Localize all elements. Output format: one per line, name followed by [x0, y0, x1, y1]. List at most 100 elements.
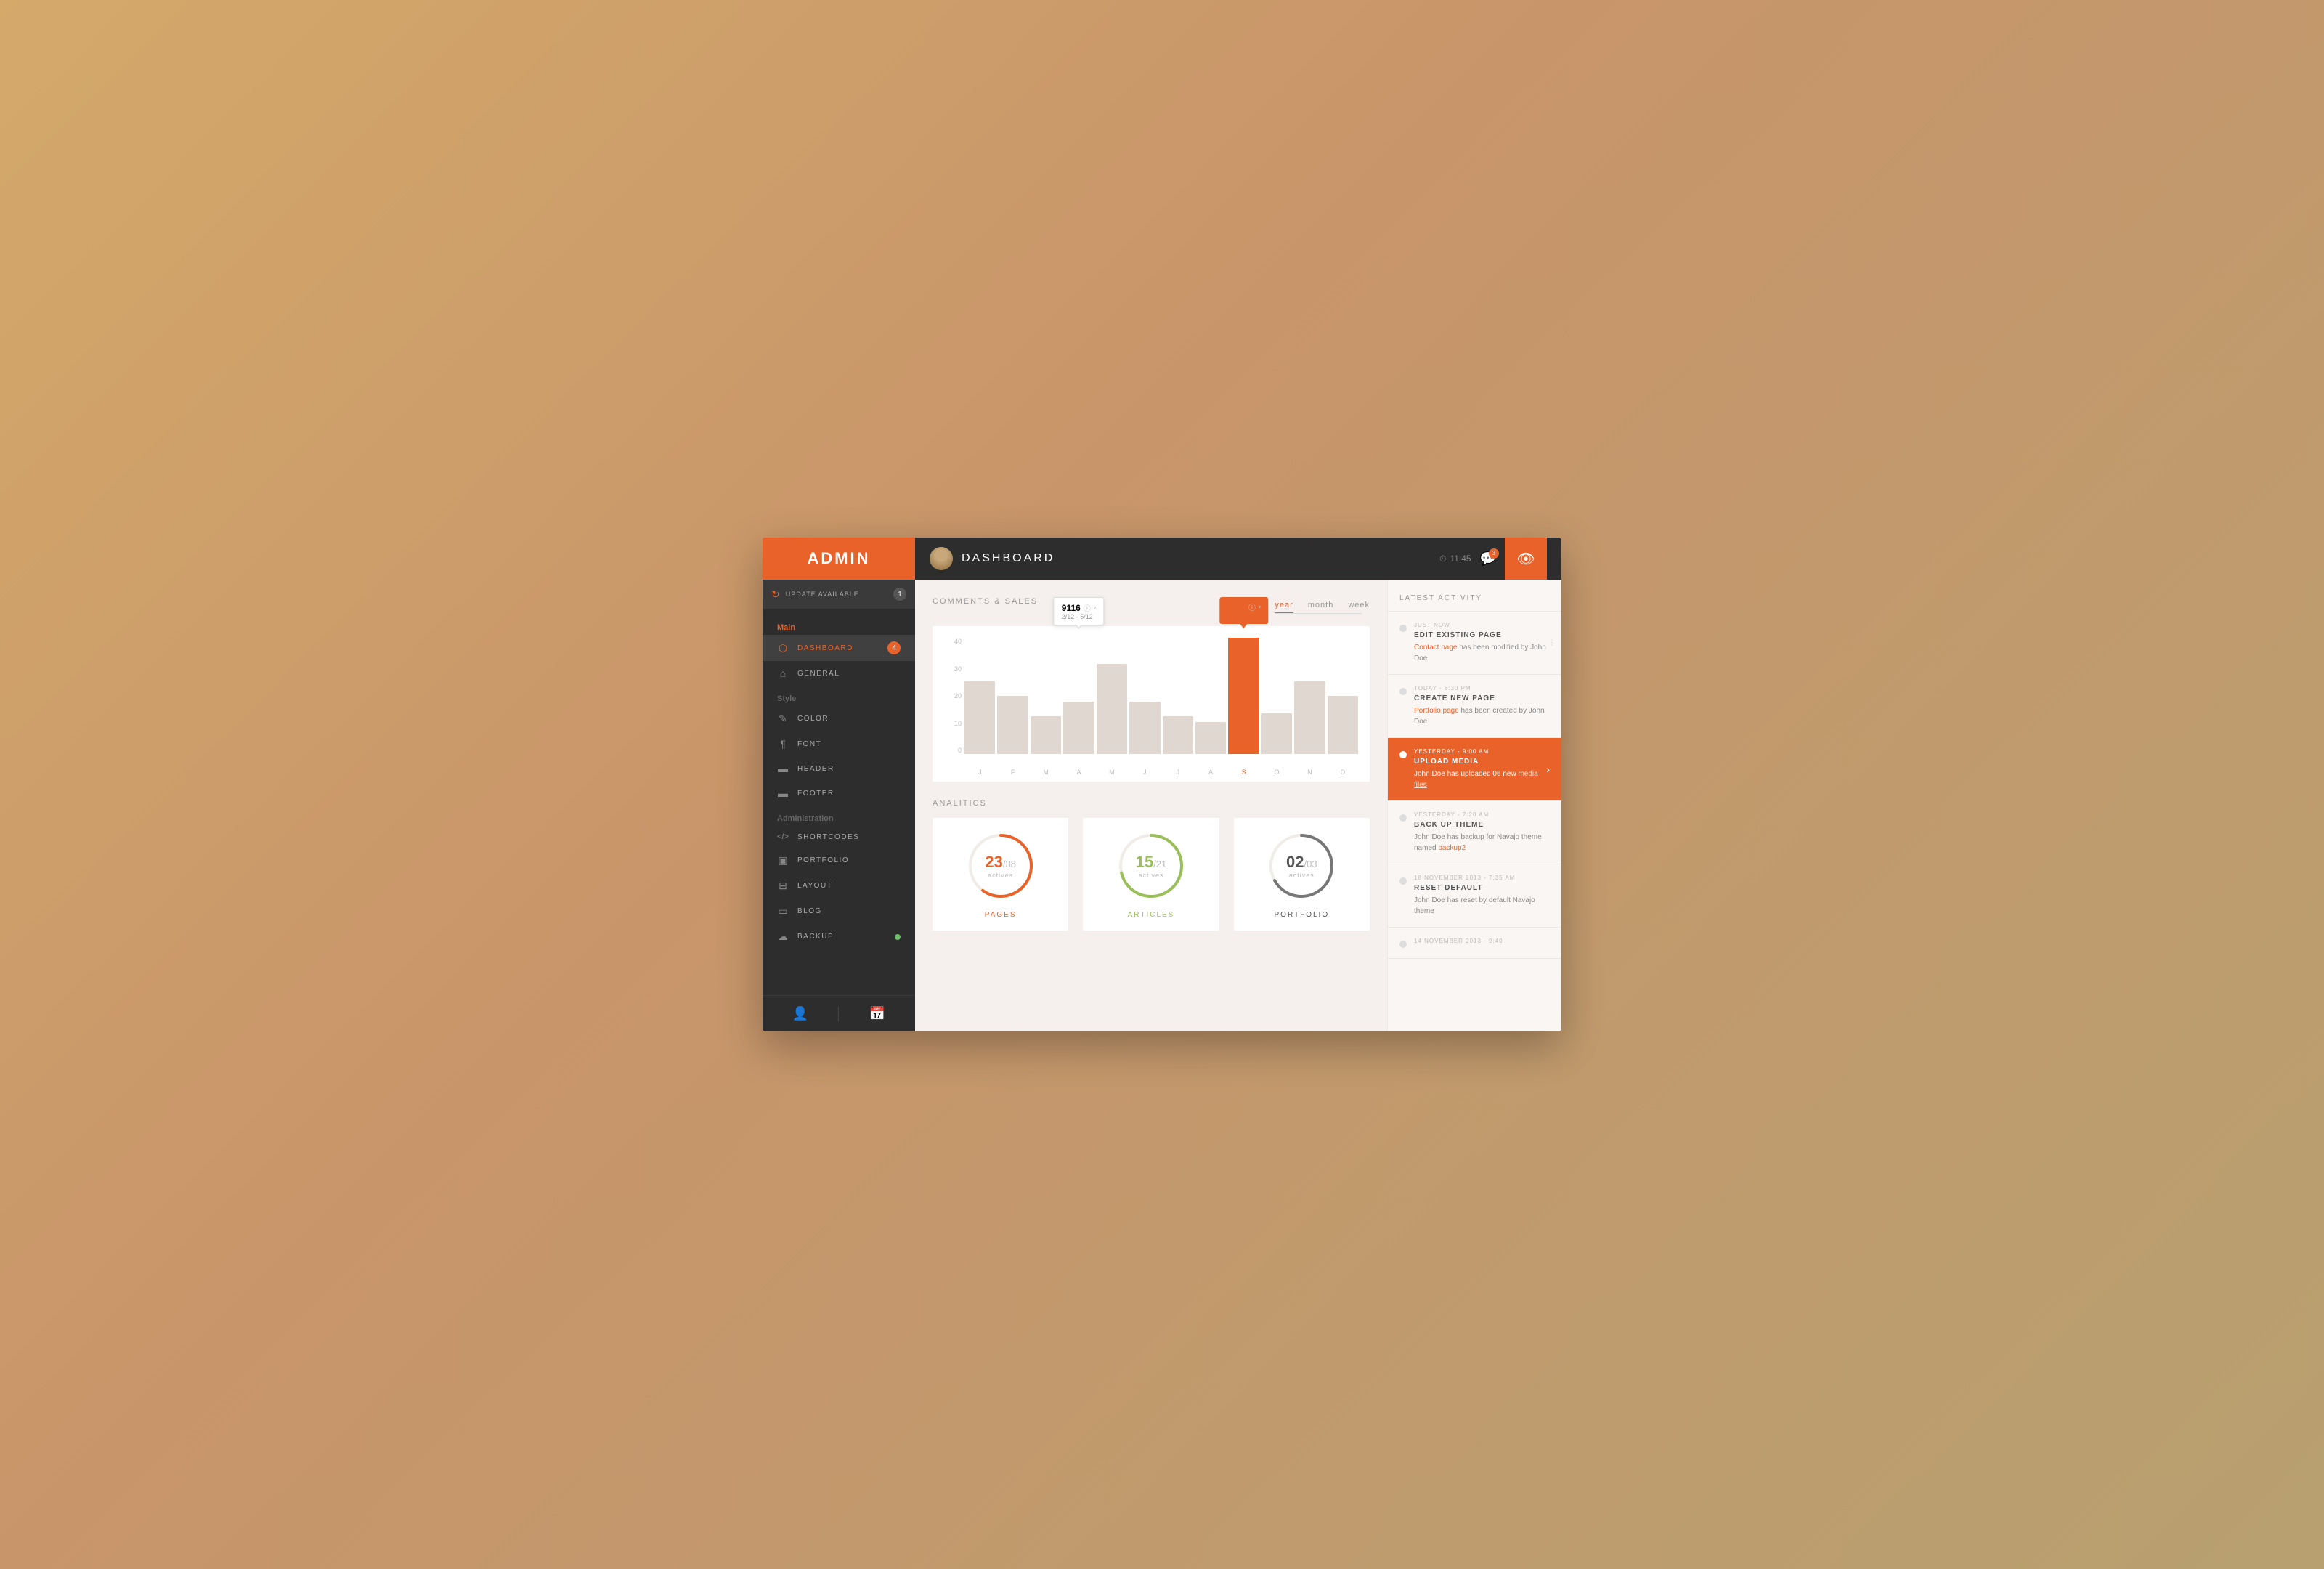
portfolio-card: 02/03 actives PORTFOLIO — [1234, 818, 1370, 931]
portfolio-separator: /03 — [1304, 859, 1317, 869]
bar-2 — [1031, 716, 1061, 754]
bar-col-3: 9116 ⓘ › 2/12 - 5/12 — [1063, 638, 1094, 754]
bar-col-8: 1130 ⓘ › 6/12 - 9/12 — [1228, 638, 1259, 754]
act-title-5: RESET DEFAULT — [1414, 884, 1550, 892]
header-icon: ▬ — [777, 763, 789, 774]
y-label-40: 40 — [954, 638, 962, 645]
x-label-A: A — [1195, 769, 1226, 776]
portfolio-page-link[interactable]: Portfolio page — [1414, 707, 1459, 715]
bar-3 — [1063, 702, 1094, 754]
sidebar-item-footer[interactable]: ▬ FOOTER — [763, 781, 915, 806]
sidebar-logo: ADMIN — [763, 538, 915, 580]
preview-button[interactable]: 👁 — [1505, 538, 1547, 580]
notification-button[interactable]: 💬 3 — [1480, 551, 1496, 567]
topbar-actions: 💬 3 👁 — [1480, 538, 1547, 580]
chart-header: COMMENTS & SALES year month week — [933, 597, 1370, 617]
act-time-2: TODAY - 8:30 PM — [1414, 685, 1550, 692]
x-label-O: O — [1261, 769, 1292, 776]
bar-col-4 — [1097, 638, 1127, 754]
layout-label: LAYOUT — [797, 882, 901, 890]
main-panel: COMMENTS & SALES year month week 40 — [915, 580, 1387, 1031]
bar-col-11 — [1328, 638, 1358, 754]
bar-col-0 — [964, 638, 995, 754]
act-title-1: EDIT EXISTING PAGE — [1414, 631, 1550, 639]
chart-container: 40 30 20 10 0 9116 ⓘ › 2/12 - 5/ — [933, 626, 1370, 782]
activity-dot-4 — [1399, 814, 1407, 822]
sidebar-item-dashboard[interactable]: ⬡ DASHBOARD 4 — [763, 635, 915, 661]
tab-week[interactable]: week — [1348, 601, 1370, 614]
sidebar-footer: 👤 📅 — [763, 995, 915, 1031]
clock-icon: ⏱ — [1439, 554, 1446, 564]
home-icon: ⌂ — [777, 668, 789, 679]
logo-text: ADMIN — [807, 549, 870, 568]
calendar-icon[interactable]: 📅 — [869, 1006, 885, 1021]
dashboard-label: DASHBOARD — [797, 644, 879, 652]
activity-panel: LATEST ACTIVITY JUST NOW EDIT EXISTING P… — [1387, 580, 1561, 1031]
page-title: DASHBOARD — [962, 552, 1431, 565]
activity-list: JUST NOW EDIT EXISTING PAGE Contact page… — [1388, 612, 1561, 1031]
sidebar-item-backup[interactable]: ☁ BACKUP — [763, 924, 915, 949]
update-bar[interactable]: ↻ UPDATE AVAILABLE 1 — [763, 580, 915, 609]
chevron-right-icon: › — [1546, 763, 1550, 775]
pages-separator: /38 — [1003, 859, 1016, 869]
notification-badge: 3 — [1489, 548, 1499, 559]
pages-current: 23 — [985, 853, 1002, 871]
portfolio-chart: 02/03 actives — [1265, 830, 1338, 902]
header-label: HEADER — [797, 765, 901, 773]
bar-col-1 — [997, 638, 1028, 754]
act-time-3: YESTERDAY - 9:00 AM — [1414, 748, 1539, 755]
act-time-6: 14 NOVEMBER 2013 - 9:40 — [1414, 938, 1550, 944]
contact-page-link[interactable]: Contact page — [1414, 644, 1458, 652]
avatar-image — [930, 547, 953, 570]
bar-col-7 — [1195, 638, 1226, 754]
portfolio-actives: actives — [1286, 872, 1317, 879]
act-desc-4: John Doe has backup for Navajo theme nam… — [1414, 832, 1550, 854]
bar-11 — [1328, 696, 1358, 754]
font-label: FONT — [797, 740, 901, 748]
sidebar-item-blog[interactable]: ▭ BLOG — [763, 899, 915, 924]
footer-divider — [838, 1007, 839, 1021]
articles-actives: actives — [1136, 872, 1167, 879]
pages-actives: actives — [985, 872, 1016, 879]
user-icon[interactable]: 👤 — [792, 1006, 808, 1021]
act-title-4: BACK UP THEME — [1414, 821, 1550, 829]
act-content-6: 14 NOVEMBER 2013 - 9:40 — [1414, 938, 1550, 948]
articles-label: ARTICLES — [1128, 911, 1175, 919]
tab-year[interactable]: year — [1275, 601, 1293, 614]
sidebar-item-header[interactable]: ▬ HEADER — [763, 756, 915, 781]
sidebar-item-color[interactable]: ✎ COLOR — [763, 706, 915, 731]
bar-7 — [1195, 722, 1226, 754]
x-label-S: S — [1228, 769, 1259, 776]
chart-title: COMMENTS & SALES — [933, 597, 1038, 606]
act-content-4: YESTERDAY - 7:20 AM BACK UP THEME John D… — [1414, 811, 1550, 854]
sidebar-item-shortcodes[interactable]: </> SHORTCODES — [763, 826, 915, 848]
chart-tabs: year month week — [1275, 601, 1370, 614]
sidebar-item-portfolio[interactable]: ▣ PORTFOLIO — [763, 848, 915, 873]
activity-item-2: TODAY - 8:30 PM CREATE NEW PAGE Portfoli… — [1388, 675, 1561, 738]
tab-month[interactable]: month — [1308, 601, 1334, 614]
sidebar-item-layout[interactable]: ⊟ LAYOUT — [763, 873, 915, 899]
x-label-M: M — [1097, 769, 1127, 776]
bar-6 — [1163, 716, 1193, 754]
activity-dot-1 — [1399, 625, 1407, 632]
activity-item-4: YESTERDAY - 7:20 AM BACK UP THEME John D… — [1388, 801, 1561, 864]
app-container: ADMIN ↻ UPDATE AVAILABLE 1 Main ⬡ DASHBO… — [763, 538, 1561, 1031]
bar-0 — [964, 681, 995, 754]
y-label-0: 0 — [958, 747, 962, 754]
activity-header: LATEST ACTIVITY — [1388, 580, 1561, 612]
layout-icon: ⊟ — [777, 880, 789, 892]
act-content-1: JUST NOW EDIT EXISTING PAGE Contact page… — [1414, 622, 1550, 664]
media-files-link[interactable]: media files — [1414, 770, 1538, 789]
portfolio-current: 02 — [1286, 853, 1304, 871]
sidebar-item-font[interactable]: ¶ FONT — [763, 731, 915, 756]
topbar-time: ⏱ 11:45 — [1439, 554, 1471, 564]
backup2-link[interactable]: backup2 — [1438, 844, 1466, 852]
bar-10 — [1294, 681, 1325, 754]
bar-col-5 — [1129, 638, 1160, 754]
y-label-30: 30 — [954, 665, 962, 673]
portfolio-label: PORTFOLIO — [797, 856, 901, 864]
sidebar-item-general[interactable]: ⌂ GENERAL — [763, 661, 915, 686]
x-label-J: J — [1129, 769, 1160, 776]
x-label-J: J — [1163, 769, 1193, 776]
color-icon: ✎ — [777, 713, 789, 725]
